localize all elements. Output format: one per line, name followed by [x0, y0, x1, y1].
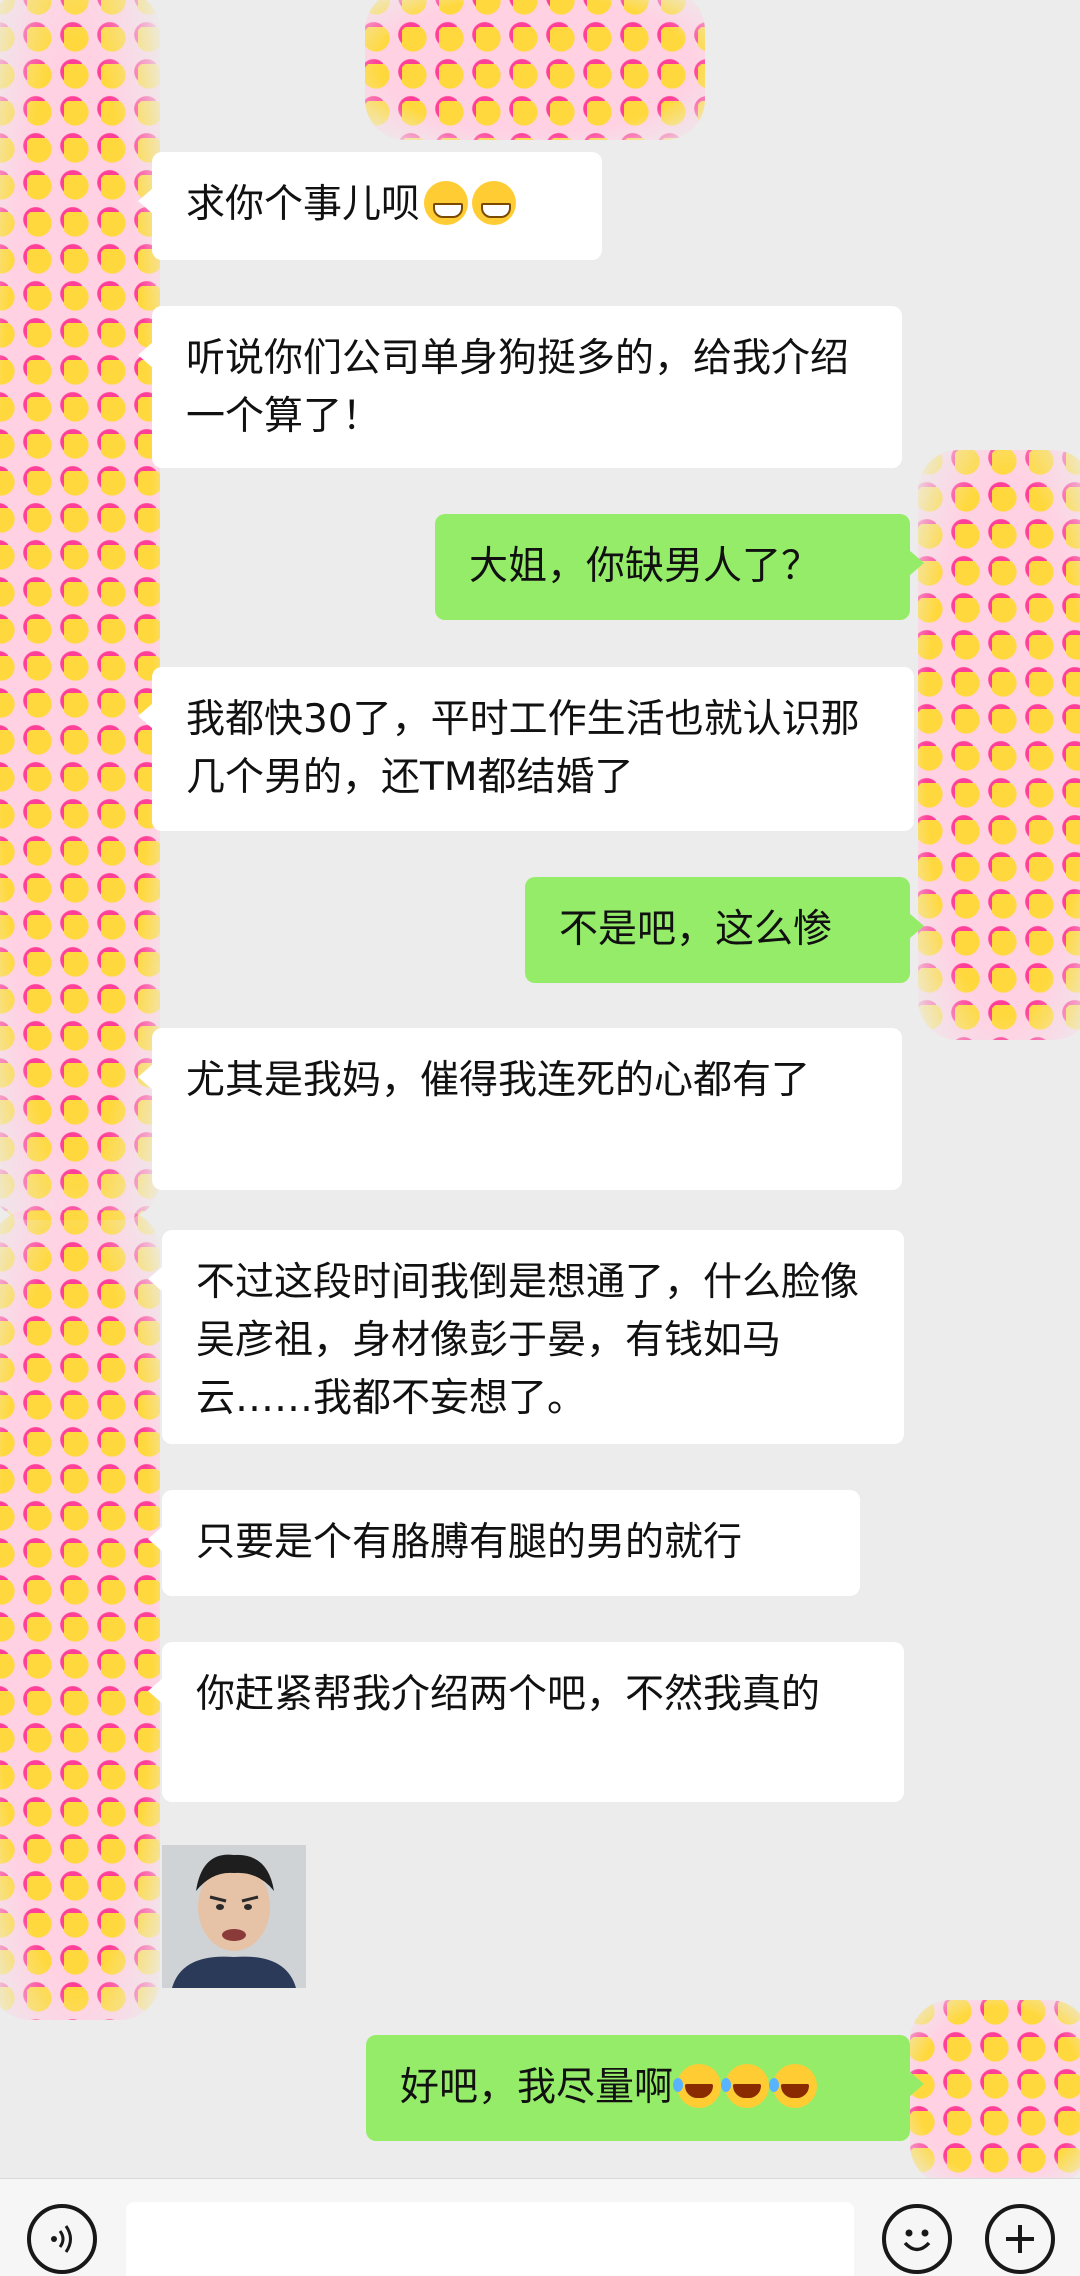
grinning-face-icon [472, 181, 517, 225]
message-text: 不过这段时间我倒是想通了，什么脸像吴彦祖，身材像彭于晏，有钱如马云……我都不妄想… [196, 1260, 860, 1421]
message-text: 你赶紧帮我介绍两个吧，不然我真的 [196, 1672, 821, 1717]
emoji-icon [903, 2229, 931, 2252]
message-bubble-outgoing[interactable]: 好吧，我尽量啊 [366, 2035, 924, 2141]
message-text: 大姐，你缺男人了？ [469, 544, 821, 589]
message-bubble-incoming[interactable]: 你赶紧帮我介绍两个吧，不然我真的 [148, 1642, 904, 1802]
input-bar [0, 2178, 1080, 2276]
message-text: 好吧，我尽量啊 [400, 2065, 674, 2110]
friend-avatar-icon[interactable] [0, 0, 160, 1220]
message-text: 尤其是我妈，催得我连死的心都有了 [186, 1058, 811, 1103]
message-bubble-incoming[interactable]: 听说你们公司单身狗挺多的，给我介绍一个算了！ [138, 306, 902, 468]
laughing-crying-face-icon [769, 2064, 818, 2108]
chat-area[interactable]: 求你个事儿呗 听说你们公司单身狗挺多的，给我介绍一个算了！ 大姐，你缺男人了？ … [0, 0, 1080, 2185]
message-bubble-incoming[interactable]: 我都快30了，平时工作生活也就认识那几个男的，还TM都结婚了 [138, 667, 914, 831]
message-bubble-incoming[interactable]: 只要是个有胳膊有腿的男的就行 [148, 1490, 860, 1596]
message-bubble-incoming[interactable]: 尤其是我妈，催得我连死的心都有了 [138, 1028, 902, 1190]
message-input[interactable] [126, 2202, 854, 2276]
reaction-meme-image[interactable] [162, 1845, 306, 1988]
message-bubble-incoming[interactable]: 不过这段时间我倒是想通了，什么脸像吴彦祖，身材像彭于晏，有钱如马云……我都不妄想… [148, 1230, 904, 1444]
message-text: 我都快30了，平时工作生活也就认识那几个男的，还TM都结婚了 [186, 697, 860, 800]
message-text: 只要是个有胳膊有腿的男的就行 [196, 1520, 743, 1565]
message-text: 不是吧，这么惨 [559, 907, 833, 952]
voice-button[interactable] [27, 2204, 97, 2274]
plus-icon [1006, 2225, 1034, 2253]
message-text: 求你个事儿呗 [186, 182, 421, 227]
friend-avatar-icon[interactable] [0, 1210, 160, 2020]
voice-icon [51, 2225, 72, 2253]
message-bubble-outgoing[interactable]: 大姐，你缺男人了？ [435, 514, 924, 620]
laughing-crying-face-icon [673, 2064, 722, 2108]
friend-avatar-icon[interactable] [365, 0, 705, 140]
my-avatar-icon[interactable] [910, 2000, 1080, 2185]
reaction-meme-icon [162, 1845, 306, 1988]
my-avatar-icon[interactable] [918, 450, 1080, 1040]
message-bubble-outgoing[interactable]: 不是吧，这么惨 [525, 877, 924, 983]
message-bubble-incoming[interactable]: 求你个事儿呗 [138, 152, 602, 260]
message-text: 听说你们公司单身狗挺多的，给我介绍一个算了！ [186, 336, 850, 439]
laughing-crying-face-icon [721, 2064, 770, 2108]
grinning-face-icon [424, 181, 469, 225]
emoji-button[interactable] [882, 2204, 952, 2274]
plus-button[interactable] [985, 2204, 1055, 2274]
